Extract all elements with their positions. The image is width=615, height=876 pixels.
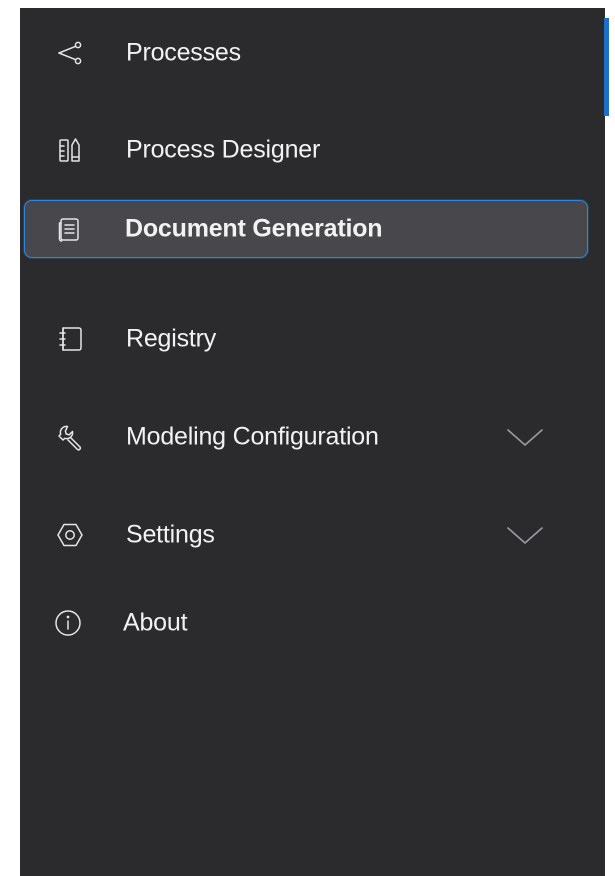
sidebar-item-label: Document Generation <box>125 214 383 243</box>
chevron-down-icon[interactable] <box>505 524 545 546</box>
sidebar-panel: Processes Process Designer Document Gene… <box>20 8 605 876</box>
sidebar-item-modeling-configuration[interactable]: Modeling Configuration <box>24 408 588 466</box>
sidebar-item-document-generation[interactable]: Document Generation <box>24 200 588 258</box>
scrollbar-thumb[interactable] <box>604 18 609 116</box>
designer-tools-icon <box>54 134 86 166</box>
hex-settings-icon <box>54 519 86 551</box>
sidebar-item-label: Process Designer <box>126 135 321 164</box>
info-icon <box>52 607 84 639</box>
wrench-icon <box>54 421 86 453</box>
sidebar-item-process-designer[interactable]: Process Designer <box>24 121 588 179</box>
sidebar-item-label: Processes <box>126 38 241 67</box>
chevron-down-icon[interactable] <box>505 426 545 448</box>
sidebar-item-about[interactable]: About <box>24 594 588 652</box>
document-stack-icon <box>53 213 85 245</box>
sidebar-item-label: Registry <box>126 324 217 353</box>
sidebar-item-settings[interactable]: Settings <box>24 506 588 564</box>
sidebar-item-processes[interactable]: Processes <box>24 24 588 82</box>
notebook-icon <box>54 323 86 355</box>
sidebar-item-label: Modeling Configuration <box>126 422 379 451</box>
sidebar-item-label: About <box>123 608 188 637</box>
share-nodes-icon <box>54 37 86 69</box>
sidebar-item-registry[interactable]: Registry <box>24 310 588 368</box>
sidebar-item-label: Settings <box>126 520 215 549</box>
